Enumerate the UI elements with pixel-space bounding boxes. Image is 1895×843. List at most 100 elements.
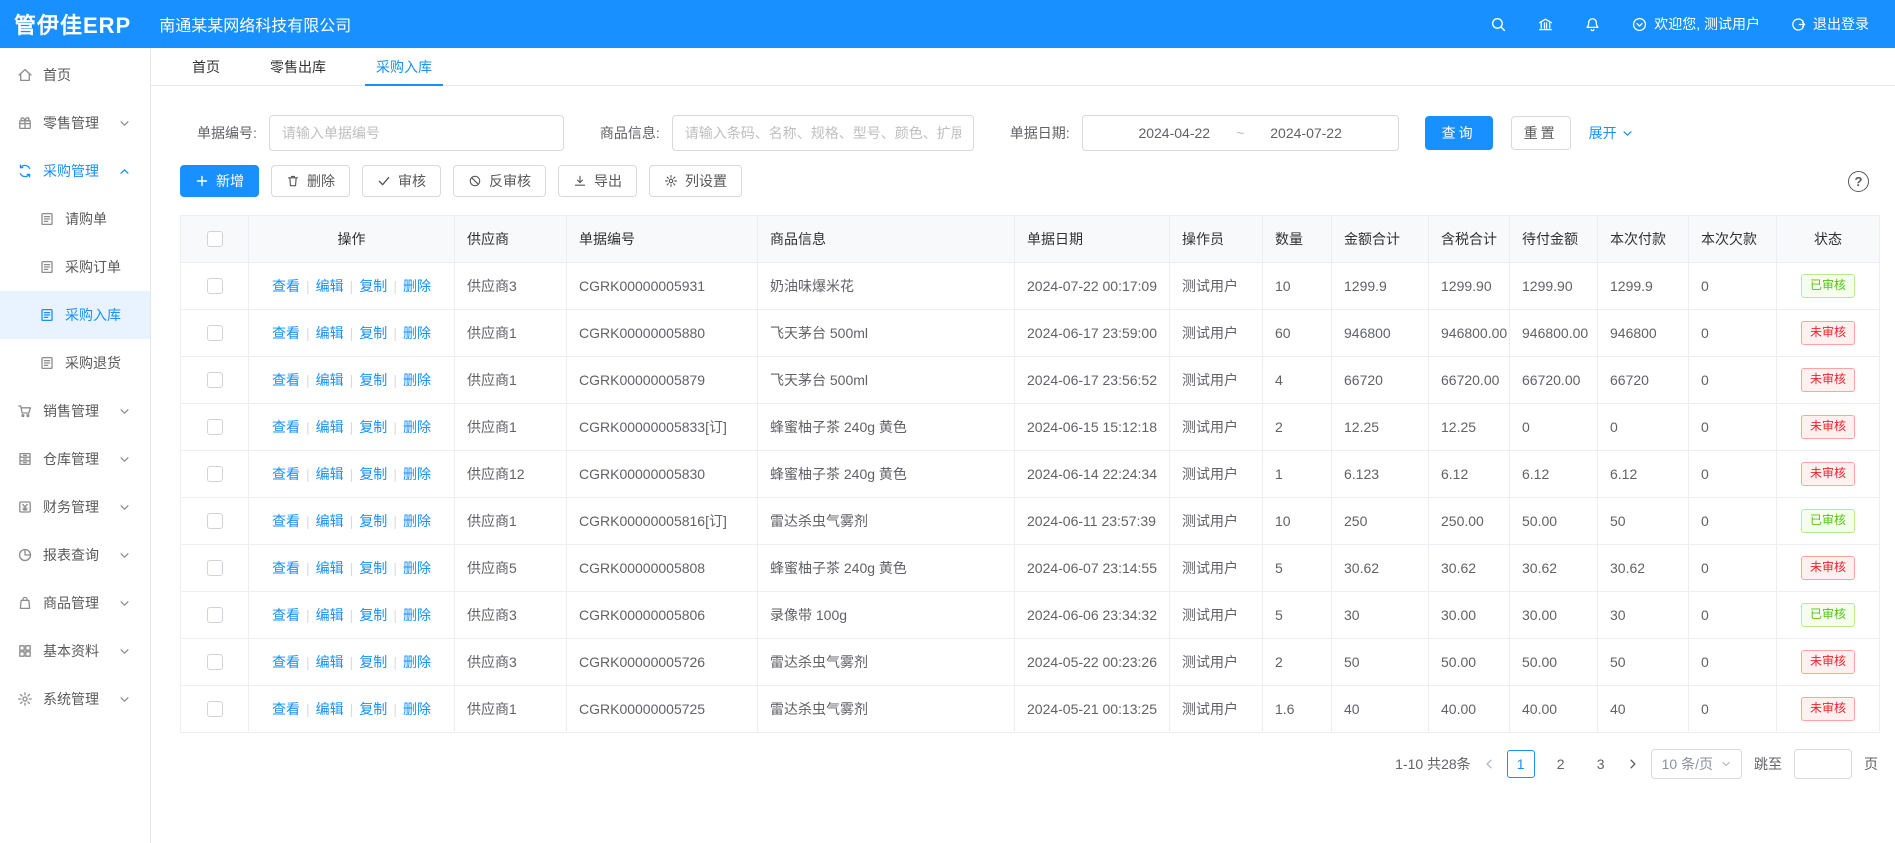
delete-link[interactable]: 删除 bbox=[403, 419, 431, 435]
page-number-1[interactable]: 1 bbox=[1507, 750, 1535, 778]
view-link[interactable]: 查看 bbox=[272, 419, 300, 435]
page-number-3[interactable]: 3 bbox=[1587, 750, 1615, 778]
action-separator: | bbox=[350, 325, 354, 341]
delete-button[interactable]: 删除 bbox=[271, 165, 350, 197]
edit-link[interactable]: 编辑 bbox=[316, 607, 344, 623]
view-link[interactable]: 查看 bbox=[272, 607, 300, 623]
unaudit-button[interactable]: 反审核 bbox=[453, 165, 546, 197]
sidebar-item-purchase-order[interactable]: 采购订单 bbox=[0, 243, 150, 291]
select-all-checkbox[interactable] bbox=[207, 231, 223, 247]
view-link[interactable]: 查看 bbox=[272, 701, 300, 717]
view-link[interactable]: 查看 bbox=[272, 654, 300, 670]
sidebar-item-purchase-mgmt[interactable]: 采购管理 bbox=[0, 147, 150, 195]
view-link[interactable]: 查看 bbox=[272, 325, 300, 341]
delete-link[interactable]: 删除 bbox=[403, 560, 431, 576]
copy-link[interactable]: 复制 bbox=[359, 466, 387, 482]
sidebar-item-goods-mgmt[interactable]: 商品管理 bbox=[0, 579, 150, 627]
export-button[interactable]: 导出 bbox=[558, 165, 637, 197]
user-menu[interactable]: 欢迎您, 测试用户 bbox=[1631, 14, 1760, 34]
delete-link[interactable]: 删除 bbox=[403, 372, 431, 388]
sidebar-item-system-mgmt[interactable]: 系统管理 bbox=[0, 675, 150, 723]
copy-link[interactable]: 复制 bbox=[359, 419, 387, 435]
copy-link[interactable]: 复制 bbox=[359, 325, 387, 341]
bell-icon[interactable] bbox=[1584, 16, 1601, 33]
delete-link[interactable]: 删除 bbox=[403, 325, 431, 341]
tab-retail-outbound[interactable]: 零售出库 bbox=[245, 48, 351, 85]
row-checkbox[interactable] bbox=[207, 654, 223, 670]
column-settings-button[interactable]: 列设置 bbox=[649, 165, 742, 197]
row-checkbox[interactable] bbox=[207, 419, 223, 435]
edit-link[interactable]: 编辑 bbox=[316, 701, 344, 717]
copy-link[interactable]: 复制 bbox=[359, 278, 387, 294]
page-size-select[interactable]: 10 条/页 bbox=[1651, 749, 1742, 779]
add-button[interactable]: 新增 bbox=[180, 165, 259, 197]
edit-link[interactable]: 编辑 bbox=[316, 372, 344, 388]
view-link[interactable]: 查看 bbox=[272, 466, 300, 482]
delete-link[interactable]: 删除 bbox=[403, 278, 431, 294]
sidebar-item-retail-mgmt[interactable]: 零售管理 bbox=[0, 99, 150, 147]
delete-link[interactable]: 删除 bbox=[403, 607, 431, 623]
view-link[interactable]: 查看 bbox=[272, 278, 300, 294]
row-checkbox[interactable] bbox=[207, 325, 223, 341]
copy-link[interactable]: 复制 bbox=[359, 654, 387, 670]
prev-page-button[interactable] bbox=[1483, 758, 1495, 770]
action-separator: | bbox=[306, 466, 310, 482]
edit-link[interactable]: 编辑 bbox=[316, 654, 344, 670]
copy-link[interactable]: 复制 bbox=[359, 560, 387, 576]
page-number-2[interactable]: 2 bbox=[1547, 750, 1575, 778]
bank-icon[interactable] bbox=[1537, 16, 1554, 33]
copy-link[interactable]: 复制 bbox=[359, 513, 387, 529]
sidebar-item-warehouse-mgmt[interactable]: 仓库管理 bbox=[0, 435, 150, 483]
help-icon[interactable]: ? bbox=[1848, 171, 1869, 192]
logout-button[interactable]: 退出登录 bbox=[1790, 14, 1869, 34]
view-link[interactable]: 查看 bbox=[272, 560, 300, 576]
delete-link[interactable]: 删除 bbox=[403, 654, 431, 670]
copy-link[interactable]: 复制 bbox=[359, 372, 387, 388]
copy-link[interactable]: 复制 bbox=[359, 701, 387, 717]
audit-button[interactable]: 审核 bbox=[362, 165, 441, 197]
cell-supplier: 供应商5 bbox=[455, 545, 567, 592]
sidebar-item-basic-data[interactable]: 基本资料 bbox=[0, 627, 150, 675]
sidebar-item-report-query[interactable]: 报表查询 bbox=[0, 531, 150, 579]
edit-link[interactable]: 编辑 bbox=[316, 560, 344, 576]
date-range-picker[interactable]: 2024-04-22 ~ 2024-07-22 bbox=[1082, 115, 1399, 151]
row-checkbox[interactable] bbox=[207, 607, 223, 623]
tab-home[interactable]: 首页 bbox=[167, 48, 245, 85]
search-button[interactable]: 查询 bbox=[1425, 116, 1493, 150]
cell-qty: 10 bbox=[1263, 498, 1332, 545]
delete-link[interactable]: 删除 bbox=[403, 701, 431, 717]
row-checkbox[interactable] bbox=[207, 701, 223, 717]
delete-link[interactable]: 删除 bbox=[403, 466, 431, 482]
view-link[interactable]: 查看 bbox=[272, 513, 300, 529]
row-checkbox[interactable] bbox=[207, 560, 223, 576]
button-label: 导出 bbox=[594, 171, 622, 191]
cell-date: 2024-06-11 23:57:39 bbox=[1015, 498, 1170, 545]
row-checkbox[interactable] bbox=[207, 466, 223, 482]
edit-link[interactable]: 编辑 bbox=[316, 466, 344, 482]
sidebar-item-purchase-request[interactable]: 请购单 bbox=[0, 195, 150, 243]
sidebar-item-finance-mgmt[interactable]: 财务管理 bbox=[0, 483, 150, 531]
sidebar-item-purchase-return[interactable]: 采购退货 bbox=[0, 339, 150, 387]
jump-page-input[interactable] bbox=[1794, 749, 1852, 779]
product-info-input[interactable] bbox=[672, 115, 974, 151]
reset-button[interactable]: 重置 bbox=[1511, 116, 1571, 150]
tab-purchase-inbound[interactable]: 采购入库 bbox=[351, 48, 457, 85]
edit-link[interactable]: 编辑 bbox=[316, 513, 344, 529]
edit-link[interactable]: 编辑 bbox=[316, 278, 344, 294]
edit-link[interactable]: 编辑 bbox=[316, 325, 344, 341]
sidebar-item-sales-mgmt[interactable]: 销售管理 bbox=[0, 387, 150, 435]
copy-link[interactable]: 复制 bbox=[359, 607, 387, 623]
next-page-button[interactable] bbox=[1627, 758, 1639, 770]
edit-link[interactable]: 编辑 bbox=[316, 419, 344, 435]
delete-link[interactable]: 删除 bbox=[403, 513, 431, 529]
search-icon[interactable] bbox=[1490, 16, 1507, 33]
sidebar-item-home[interactable]: 首页 bbox=[0, 51, 150, 99]
cell-status: 未审核 bbox=[1777, 310, 1880, 357]
expand-link[interactable]: 展开 bbox=[1589, 123, 1633, 143]
sidebar-item-purchase-inbound[interactable]: 采购入库 bbox=[0, 291, 150, 339]
order-no-input[interactable] bbox=[269, 115, 564, 151]
row-checkbox[interactable] bbox=[207, 278, 223, 294]
view-link[interactable]: 查看 bbox=[272, 372, 300, 388]
row-checkbox[interactable] bbox=[207, 513, 223, 529]
row-checkbox[interactable] bbox=[207, 372, 223, 388]
